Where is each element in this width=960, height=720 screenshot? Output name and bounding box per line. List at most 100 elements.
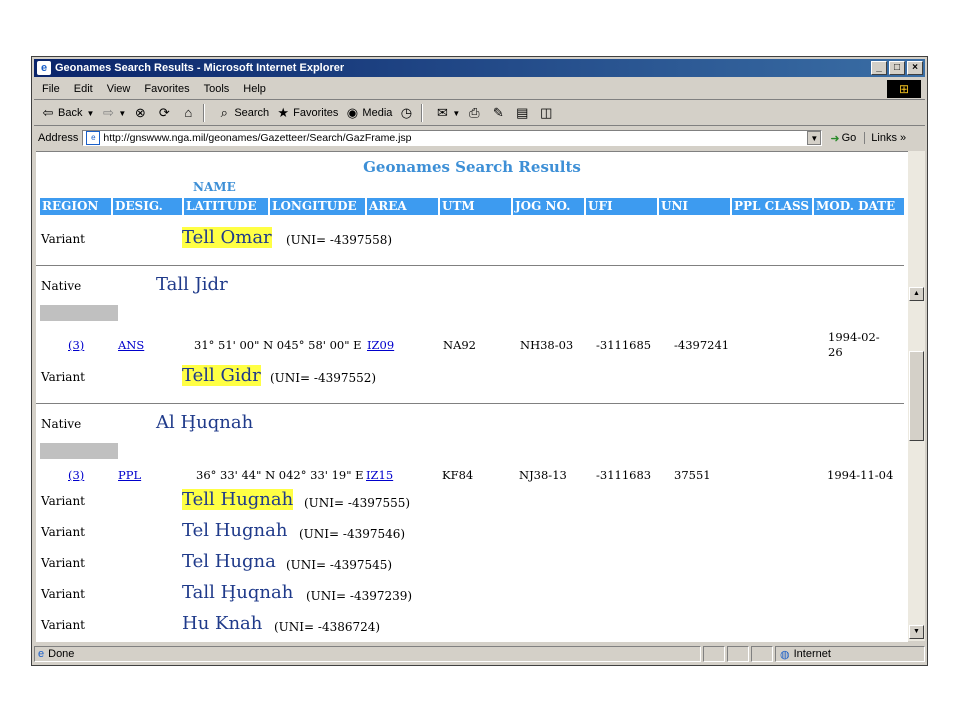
toolbar-separator [203,104,206,122]
menu-view[interactable]: View [107,83,131,95]
variant-name: Tel Hugna [182,551,276,572]
go-button[interactable]: ➜ Go [830,132,856,145]
region-link[interactable]: (3) [68,338,84,352]
back-button[interactable]: ⇦ Back ▼ [40,105,95,121]
forward-arrow-icon: ⇨ [102,105,114,120]
favorites-button[interactable]: ★ Favorites [275,105,338,121]
chevron-right-icon: » [900,132,907,144]
variant-uni: (UNI= -4397239) [306,589,413,603]
edit-button[interactable]: ✎ [490,105,508,121]
discuss-icon: ▤ [516,105,529,120]
status-bar: e Done ◍ Internet [34,645,925,663]
results-header-row: REGION DESIG. LATITUDE LONGITUDE AREA UT… [40,198,904,215]
menu-edit[interactable]: Edit [74,83,93,95]
grey-bar [40,305,118,321]
utm-value: KF84 [442,468,474,482]
home-button[interactable]: ⌂ [180,105,198,121]
variant-uni: (UNI= -4397546) [299,527,406,541]
back-dropdown-icon[interactable]: ▼ [86,109,94,118]
col-mod-date: MOD. DATE [814,198,904,215]
media-icon: ◉ [346,105,359,120]
address-dropdown-icon[interactable]: ▼ [807,131,822,145]
address-bar: Address e http://gnswww.nga.mil/geonames… [34,127,925,149]
history-button[interactable]: ◷ [398,105,416,121]
close-button[interactable]: × [907,61,923,75]
vertical-scrollbar[interactable]: ▲ ▼ [908,151,925,641]
edit-icon: ✎ [492,105,504,120]
refresh-button[interactable]: ⟳ [156,105,174,121]
media-button[interactable]: ◉ Media [344,105,393,121]
status-cell [727,646,749,662]
mod-date-line1: 1994-02- [828,330,880,344]
page-icon: e [86,131,101,145]
divider [36,403,904,404]
desig-link[interactable]: ANS [118,338,144,352]
messenger-button[interactable]: ◫ [538,105,556,121]
history-icon: ◷ [400,105,413,120]
search-icon: ⌕ [220,105,228,120]
region-link[interactable]: (3) [68,468,84,482]
mail-icon: ✉ [436,105,448,120]
minimize-button[interactable]: _ [871,61,887,75]
mail-button[interactable]: ✉ ▼ [434,105,460,121]
area-link[interactable]: IZ09 [367,338,394,352]
uni-value: 37551 [674,468,711,482]
maximize-button[interactable]: □ [889,61,905,75]
messenger-icon: ◫ [540,105,553,120]
mod-date: 1994-11-04 [827,468,894,482]
col-latitude: LATITUDE [184,198,268,215]
print-icon: ⎙ [469,105,480,120]
coordinates: 36° 33' 44" N 042° 33' 19" E [196,468,364,482]
grey-bar [40,443,118,459]
variant-uni: (UNI= -4386724) [274,620,381,634]
browser-window: e Geonames Search Results - Microsoft In… [31,56,928,666]
windows-logo-icon: ⊞ [887,80,921,98]
scroll-down-button[interactable]: ▼ [909,625,924,639]
variant-name: Tell Hugnah [182,489,294,510]
native-name: Tall Jidr [156,274,228,295]
zone-text: Internet [793,648,831,660]
address-url: http://gnswww.nga.mil/geonames/Gazetteer… [103,132,412,144]
print-button[interactable]: ⎙ [466,105,484,121]
page-title: Geonames Search Results [363,158,581,176]
coordinates: 31° 51' 00" N 045° 58' 00" E [194,338,362,352]
variant-uni: (UNI= -4397545) [286,558,393,572]
name-column-header: NAME [193,180,236,194]
favorites-icon: ★ [277,105,289,120]
menu-help[interactable]: Help [243,83,266,95]
page-done-icon: e [38,648,45,660]
mail-dropdown-icon[interactable]: ▼ [452,109,460,118]
variant-name: Tell Omar [182,227,272,248]
menu-tools[interactable]: Tools [204,83,230,95]
address-label: Address [38,132,79,144]
status-cell [751,646,773,662]
variant-name: Tel Hugnah [182,520,288,541]
search-button[interactable]: ⌕ Search [216,105,270,121]
ie-logo-icon: e [37,61,51,75]
stop-icon: ⊗ [134,105,146,120]
area-link[interactable]: IZ15 [366,468,393,482]
scroll-up-button[interactable]: ▲ [909,287,924,301]
col-ppl-class: PPL CLASS [732,198,812,215]
variant-label: Variant [41,494,85,508]
menu-file[interactable]: File [42,83,60,95]
menu-favorites[interactable]: Favorites [144,83,189,95]
toolbar: ⇦ Back ▼ ⇨ ▼ ⊗ ⟳ ⌂ ⌕ Search ★ Favorites ◉ Medi… [34,101,925,126]
col-ufi: UFI [586,198,657,215]
variant-name: Hu Knah [182,613,263,634]
discuss-button[interactable]: ▤ [514,105,532,121]
ufi-value: -3111683 [596,468,652,482]
jog-value: NH38-03 [520,338,574,352]
stop-button[interactable]: ⊗ [132,105,150,121]
col-jog: JOG NO. [513,198,584,215]
forward-dropdown-icon[interactable]: ▼ [118,109,126,118]
scroll-thumb[interactable] [909,351,924,441]
window-title: Geonames Search Results - Microsoft Inte… [55,62,345,74]
toolbar-separator [421,104,424,122]
forward-button[interactable]: ⇨ ▼ [100,105,126,121]
links-button[interactable]: Links » [864,132,906,144]
variant-uni: (UNI= -4397555) [304,496,411,510]
variant-label: Variant [41,370,85,384]
desig-link[interactable]: PPL [118,468,141,482]
address-input[interactable]: e http://gnswww.nga.mil/geonames/Gazette… [82,130,823,146]
